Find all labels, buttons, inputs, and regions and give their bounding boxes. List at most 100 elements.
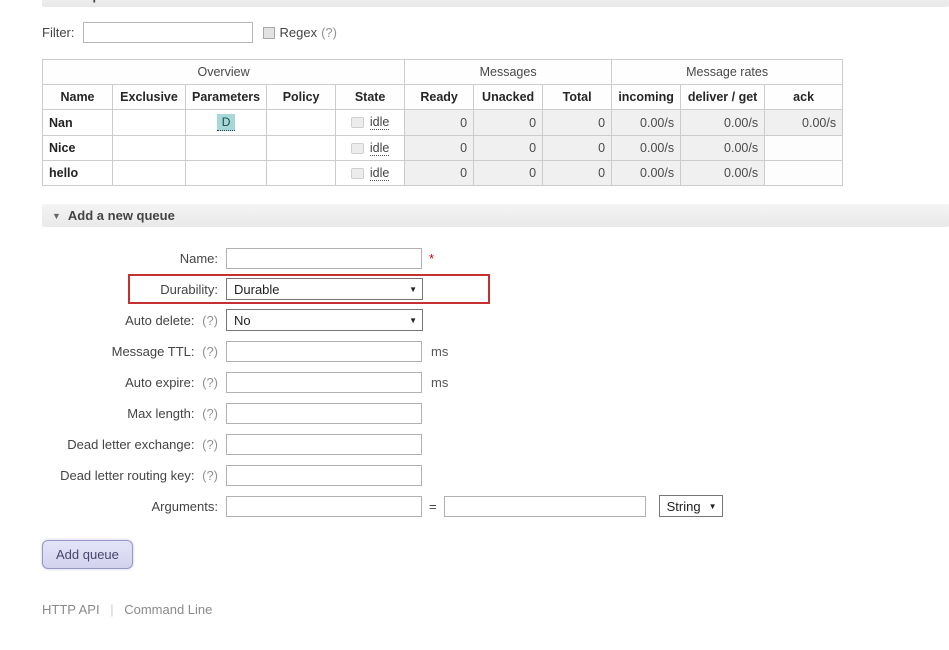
all-queues-section-header[interactable]: ▼ All queues [42, 0, 949, 7]
equals-sign: = [429, 498, 437, 514]
queue-name-input[interactable] [226, 247, 422, 269]
argument-value-input[interactable] [443, 495, 646, 517]
collapse-triangle-icon: ▼ [52, 210, 61, 221]
state-indicator-icon [350, 117, 364, 128]
filter-input[interactable] [82, 22, 253, 43]
queue-name-link[interactable]: hello [42, 160, 113, 186]
name-label: Name: [179, 250, 218, 266]
add-queue-section-header[interactable]: ▼ Add a new queue [42, 204, 949, 227]
policy-cell [266, 109, 337, 136]
chevron-down-icon: ▼ [409, 315, 417, 325]
column-header-name[interactable]: Name [42, 84, 113, 110]
auto-delete-help-link[interactable]: (?) [202, 313, 218, 328]
unacked-cell: 0 [473, 135, 544, 161]
column-header-exclusive[interactable]: Exclusive [112, 84, 186, 110]
parameters-cell: D [184, 109, 268, 136]
auto-delete-select[interactable]: No ▼ [226, 309, 423, 331]
max-length-input[interactable] [226, 402, 422, 424]
queue-name-link[interactable]: Nice [42, 135, 113, 161]
column-header-state[interactable]: State [335, 84, 406, 110]
state-label: idle [369, 115, 390, 130]
column-header-parameters[interactable]: Parameters [184, 84, 268, 110]
total-cell: 0 [542, 160, 613, 186]
regex-checkbox[interactable] [262, 26, 275, 39]
dead-letter-routing-key-help-link[interactable]: (?) [202, 468, 218, 483]
add-queue-button[interactable]: Add queue [42, 540, 133, 569]
state-cell: idle [335, 109, 406, 136]
durability-select-value: Durable [234, 281, 280, 297]
incoming-rate-cell: 0.00/s [611, 109, 682, 136]
footer: HTTP API | Command Line [42, 602, 949, 617]
form-row-auto-delete: Auto delete: (?) No ▼ [42, 309, 949, 331]
exclusive-cell [112, 109, 186, 136]
message-ttl-help-link[interactable]: (?) [202, 344, 218, 359]
message-ttl-label: Message TTL: [111, 343, 195, 359]
ms-suffix: ms [431, 374, 449, 390]
column-header-ready[interactable]: Ready [404, 84, 475, 110]
incoming-rate-cell: 0.00/s [611, 135, 682, 161]
exclusive-cell [112, 160, 186, 186]
dead-letter-exchange-help-link[interactable]: (?) [202, 437, 218, 452]
form-row-arguments: Arguments: = String ▼ [42, 495, 949, 517]
queues-table-body: Nan Didle 0 0 0 0.00/s 0.00/s 0.00/s Nice idle 0 0 0… [42, 109, 844, 186]
dead-letter-routing-key-input[interactable] [226, 464, 422, 486]
durability-select[interactable]: Durable ▼ [226, 278, 423, 300]
column-header-policy[interactable]: Policy [266, 84, 337, 110]
deliver-get-rate-cell: 0.00/s [680, 135, 766, 161]
all-queues-title: All queues [68, 0, 134, 3]
arguments-label: Arguments: [151, 498, 218, 514]
argument-type-value: String [666, 498, 701, 514]
exclusive-cell [112, 135, 186, 161]
required-asterisk: * [429, 250, 435, 266]
ready-cell: 0 [404, 160, 475, 186]
state-indicator-icon [350, 167, 364, 179]
add-queue-form: Name: * Durability: Durable ▼ Auto delet… [42, 247, 949, 569]
queues-page: ▼ All queues Filter: Regex (?) OverviewM… [0, 0, 949, 617]
column-group-row: Overview Messages Message rates [41, 59, 844, 85]
message-ttl-input[interactable] [226, 340, 422, 362]
column-header-unacked[interactable]: Unacked [473, 84, 544, 110]
policy-cell [266, 135, 337, 161]
auto-expire-help-link[interactable]: (?) [202, 375, 218, 390]
collapse-triangle-icon: ▼ [52, 0, 61, 1]
column-header-total[interactable]: Total [542, 84, 613, 110]
chevron-down-icon: ▼ [708, 501, 717, 511]
argument-type-select[interactable]: String ▼ [658, 495, 723, 517]
column-header-row: Name Exclusive Parameters Policy State Ready U… [42, 84, 844, 110]
column-header-incoming[interactable]: incoming [611, 84, 682, 110]
argument-key-input[interactable] [226, 495, 422, 517]
dead-letter-exchange-input[interactable] [226, 433, 422, 455]
column-group-overview: Overview [41, 59, 406, 85]
ack-rate-cell [764, 160, 844, 186]
state-cell: idle [335, 160, 406, 186]
queues-table: Overview Messages Message rates Name Exclus… [41, 59, 844, 186]
state-label: idle [369, 165, 390, 181]
durable-param-badge: D [216, 114, 236, 131]
dead-letter-routing-key-label: Dead letter routing key: [60, 467, 195, 483]
auto-delete-label: Auto delete: [125, 312, 195, 328]
column-header-deliver-get[interactable]: deliver / get [680, 84, 766, 110]
max-length-label: Max length: [127, 405, 195, 421]
ms-suffix: ms [431, 343, 449, 359]
form-row-message-ttl: Message TTL: (?) ms [42, 340, 949, 362]
regex-help-link[interactable]: (?) [321, 25, 337, 40]
ack-rate-cell [764, 135, 844, 161]
state-indicator-icon [350, 142, 364, 154]
ready-cell: 0 [404, 109, 475, 136]
column-group-messages: Messages [404, 59, 613, 85]
queue-row: hello idle 0 0 0 0.00/s 0.00/s [42, 160, 844, 186]
auto-expire-input[interactable] [226, 371, 422, 393]
column-group-message-rates: Message rates [611, 59, 844, 85]
chevron-down-icon: ▼ [409, 284, 417, 294]
max-length-help-link[interactable]: (?) [202, 406, 218, 421]
column-header-ack[interactable]: ack [764, 84, 844, 110]
parameters-cell [184, 160, 268, 186]
state-label: idle [369, 140, 390, 156]
http-api-link[interactable]: HTTP API [42, 602, 100, 617]
state-cell: idle [335, 135, 406, 161]
auto-expire-label: Auto expire: [125, 374, 195, 390]
queue-name-link[interactable]: Nan [42, 109, 113, 136]
footer-separator: | [110, 602, 114, 617]
durability-label: Durability: [160, 281, 218, 297]
command-line-link[interactable]: Command Line [124, 602, 212, 617]
